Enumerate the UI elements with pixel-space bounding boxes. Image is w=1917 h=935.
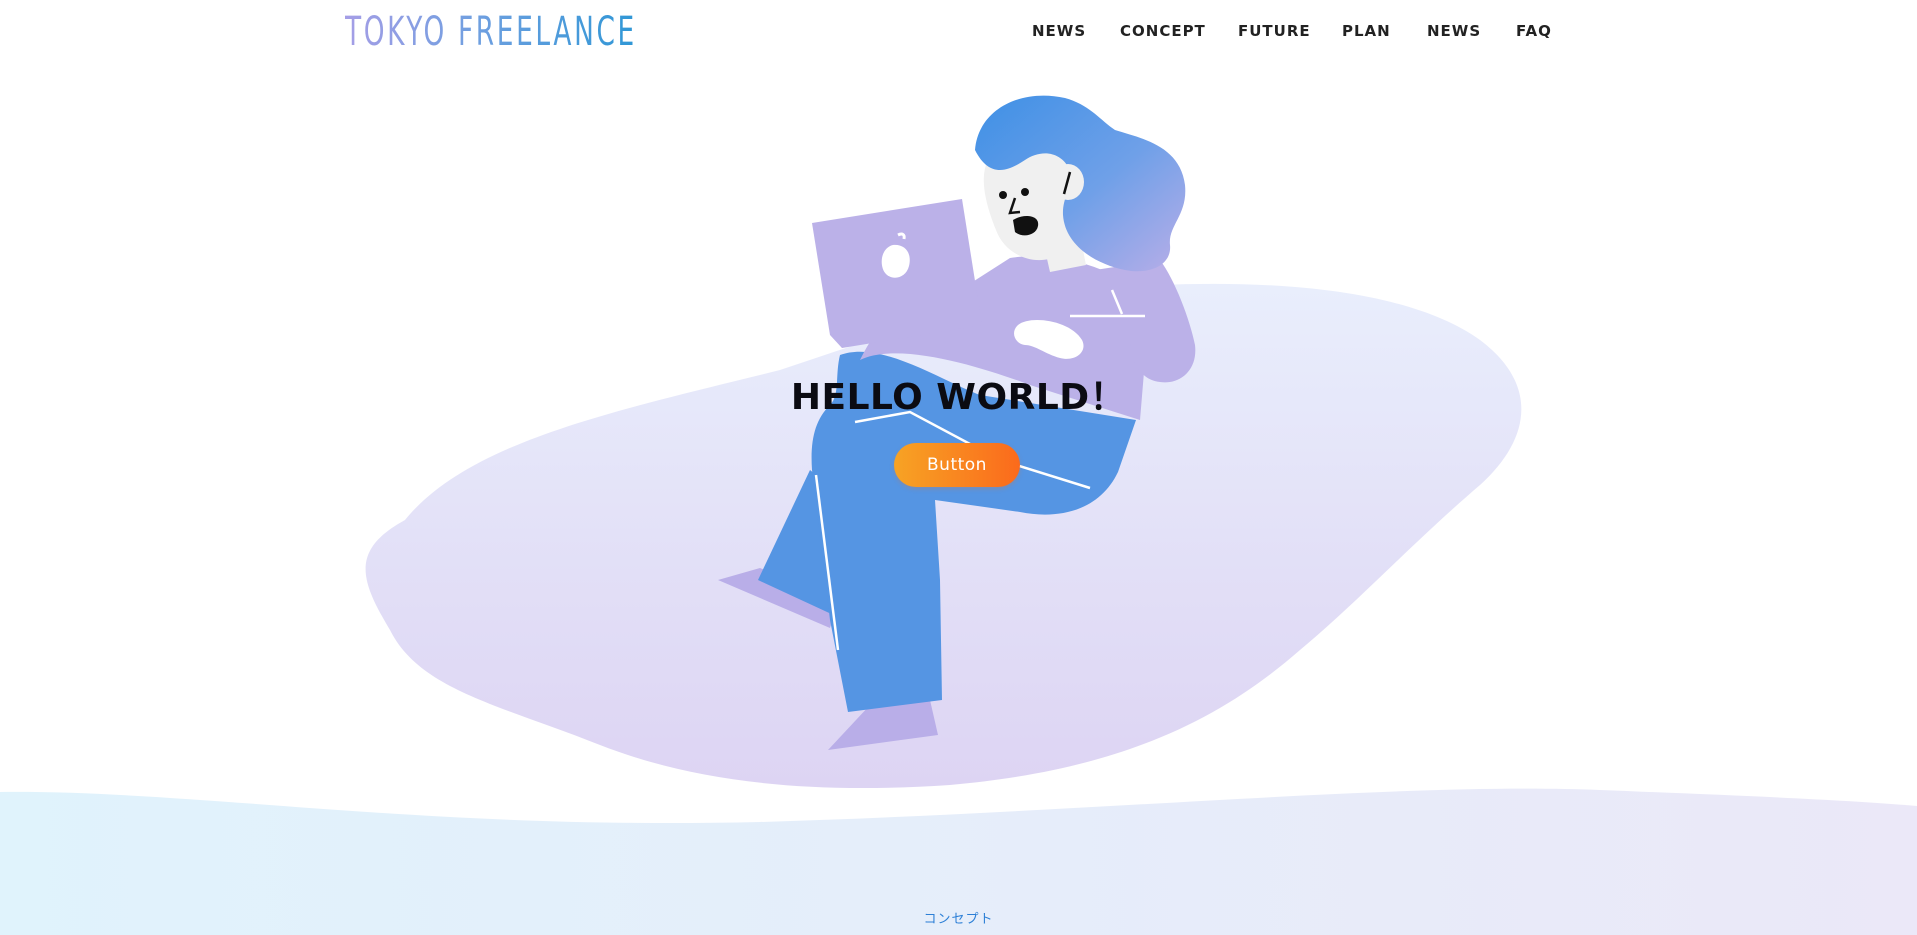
apple-logo-icon <box>881 244 910 278</box>
background-blob <box>365 283 1522 789</box>
hero-button[interactable]: Button <box>894 443 1020 487</box>
right-eye <box>1021 188 1029 196</box>
concept-section-label: コンセプト <box>923 912 994 927</box>
left-eye <box>999 191 1007 199</box>
hero-title: HELLO WORLD！ <box>790 377 1127 418</box>
